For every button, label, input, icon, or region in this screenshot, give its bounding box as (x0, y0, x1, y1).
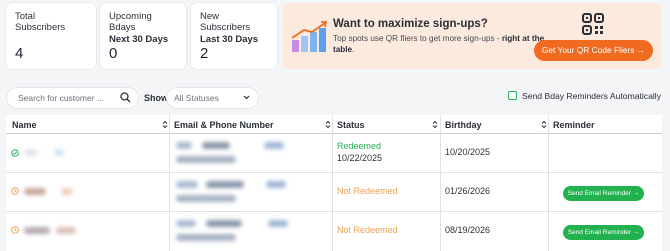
email-redacted (266, 181, 286, 188)
table-row[interactable]: Not Redeemed 08/19/2026 Send Email Remin… (6, 212, 662, 250)
sort-icon[interactable] (325, 120, 331, 129)
email-redacted (268, 220, 288, 227)
promo-description: Top spots use QR fliers to get more sign… (333, 34, 545, 54)
chevron-down-icon (243, 95, 250, 100)
status-text: Not Redeemed (337, 225, 398, 235)
subscribers-table: Name Email & Phone Number Status Birthda… (6, 115, 662, 251)
email-redacted (206, 181, 244, 188)
stat-label: Total Subscribers (15, 11, 66, 33)
promo-title: Want to maximize sign-ups? (333, 18, 488, 30)
birthday: 01/26/2026 (445, 186, 491, 196)
get-qr-fliers-button[interactable]: Get Your QR Code Fliers → (534, 40, 653, 61)
check-circle-icon (11, 149, 19, 157)
sort-icon[interactable] (432, 120, 438, 129)
customer-name-redacted (56, 227, 76, 234)
status-date: 10/22/2025 (337, 153, 383, 163)
birthday: 10/20/2025 (445, 147, 491, 157)
clock-icon (11, 187, 19, 195)
column-header-email-phone[interactable]: Email & Phone Number (174, 115, 274, 134)
status-filter-value: All Statuses (174, 93, 219, 103)
phone-redacted (176, 195, 236, 202)
birthday: 08/19/2026 (445, 225, 491, 235)
column-header-name[interactable]: Name (12, 115, 37, 134)
search-input[interactable]: Search for customer ... (7, 88, 138, 108)
sort-icon[interactable] (162, 120, 168, 129)
stat-label: New Subscribers (200, 11, 251, 33)
stat-sublabel: Last 30 Days (200, 34, 259, 45)
stat-card-total-subscribers: Total Subscribers 4 (6, 3, 96, 69)
stat-value: 4 (15, 45, 24, 62)
email-redacted (176, 142, 192, 149)
stat-card-new-subscribers: New Subscribers Last 30 Days 2 (191, 3, 277, 69)
phone-redacted (176, 234, 236, 241)
stat-card-upcoming-bdays: Upcoming Bdays Next 30 Days 0 (100, 3, 186, 69)
send-email-reminder-button[interactable]: Send Email Reminder → (563, 186, 644, 201)
growth-chart-icon (291, 21, 328, 52)
email-redacted (206, 220, 242, 227)
status-text: Redeemed (337, 141, 382, 151)
qr-promo-banner: Want to maximize sign-ups? Top spots use… (282, 3, 662, 69)
customer-name-redacted (24, 227, 50, 234)
show-label: Show (144, 93, 168, 103)
search-icon[interactable] (120, 92, 131, 103)
send-email-reminder-button[interactable]: Send Email Reminder → (563, 225, 644, 240)
subscribers-page: Total Subscribers 4 Upcoming Bdays Next … (0, 0, 670, 251)
customer-name-redacted (61, 188, 73, 195)
customer-name-redacted (54, 149, 64, 156)
email-redacted (176, 220, 196, 227)
column-header-reminder: Reminder (553, 120, 595, 130)
stat-label: Upcoming Bdays (109, 11, 152, 33)
clock-icon (11, 226, 19, 234)
email-redacted (176, 181, 198, 188)
email-redacted (264, 142, 284, 149)
qr-code-icon (582, 13, 604, 35)
customer-name-redacted (24, 149, 38, 156)
table-row[interactable]: Not Redeemed 01/26/2026 Send Email Remin… (6, 173, 662, 211)
stat-value: 0 (109, 45, 118, 62)
stat-sublabel: Next 30 Days (109, 34, 169, 45)
status-text: Not Redeemed (337, 186, 398, 196)
sort-icon[interactable] (541, 120, 547, 129)
column-header-birthday[interactable]: Birthday (445, 115, 482, 134)
customer-name-redacted (24, 188, 46, 195)
bday-reminder-checkbox[interactable] (508, 91, 517, 100)
phone-redacted (176, 156, 236, 163)
search-placeholder: Search for customer ... (18, 93, 104, 103)
table-row[interactable]: Redeemed 10/22/2025 10/20/2025 (6, 134, 662, 172)
stat-value: 2 (200, 45, 209, 62)
email-redacted (202, 142, 230, 149)
status-filter-select[interactable]: All Statuses (167, 88, 258, 108)
column-header-status[interactable]: Status (337, 115, 365, 134)
bday-reminder-label: Send Bday Reminders Automatically (522, 91, 662, 101)
